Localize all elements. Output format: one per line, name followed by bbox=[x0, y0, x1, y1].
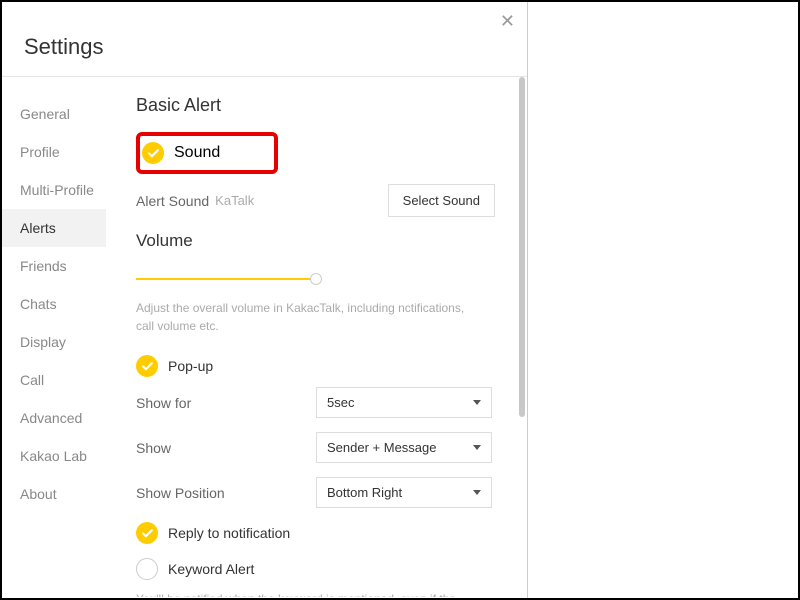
checkmark-icon[interactable] bbox=[142, 142, 164, 164]
close-icon[interactable]: ✕ bbox=[500, 12, 515, 30]
show-label: Show bbox=[136, 440, 316, 456]
sidebar-item-call[interactable]: Call bbox=[2, 361, 106, 399]
sidebar-nav: GeneralProfileMulti-ProfileAlertsFriends… bbox=[2, 77, 106, 597]
chevron-down-icon bbox=[473, 490, 481, 495]
sidebar-item-display[interactable]: Display bbox=[2, 323, 106, 361]
sidebar-item-advanced[interactable]: Advanced bbox=[2, 399, 106, 437]
sidebar-item-chats[interactable]: Chats bbox=[2, 285, 106, 323]
reply-label: Reply to notification bbox=[168, 525, 290, 541]
sidebar-item-profile[interactable]: Profile bbox=[2, 133, 106, 171]
show-for-dropdown[interactable]: 5sec bbox=[316, 387, 492, 418]
show-for-row: Show for 5sec bbox=[136, 387, 501, 418]
sound-toggle-highlight: Sound bbox=[136, 132, 278, 174]
slider-thumb[interactable] bbox=[310, 273, 322, 285]
content-wrap: Basic Alert Sound Alert Sound KaTalk Sel… bbox=[106, 77, 527, 597]
sidebar-item-about[interactable]: About bbox=[2, 475, 106, 513]
alert-sound-label: Alert Sound bbox=[136, 193, 209, 209]
popup-label: Pop-up bbox=[168, 358, 213, 374]
unchecked-circle-icon bbox=[136, 558, 158, 580]
settings-title: Settings bbox=[2, 2, 527, 76]
sidebar-item-multi-profile[interactable]: Multi-Profile bbox=[2, 171, 106, 209]
sidebar-item-alerts[interactable]: Alerts bbox=[2, 209, 106, 247]
checkmark-icon bbox=[136, 522, 158, 544]
show-dropdown[interactable]: Sender + Message bbox=[316, 432, 492, 463]
show-position-label: Show Position bbox=[136, 485, 316, 501]
sidebar-item-general[interactable]: General bbox=[2, 95, 106, 133]
app-frame: ✕ Settings GeneralProfileMulti-ProfileAl… bbox=[0, 0, 800, 600]
sidebar-item-kakao-lab[interactable]: Kakao Lab bbox=[2, 437, 106, 475]
alert-sound-value: KaTalk bbox=[215, 193, 254, 208]
checkmark-icon bbox=[136, 355, 158, 377]
keyword-help-text: You'll be notified when the keyword is m… bbox=[136, 590, 476, 597]
sidebar-item-friends[interactable]: Friends bbox=[2, 247, 106, 285]
select-sound-button[interactable]: Select Sound bbox=[388, 184, 495, 217]
chevron-down-icon bbox=[473, 400, 481, 405]
basic-alert-heading: Basic Alert bbox=[136, 95, 501, 116]
volume-heading: Volume bbox=[136, 231, 501, 251]
volume-help-text: Adjust the overall volume in KakacTalk, … bbox=[136, 299, 476, 335]
reply-toggle[interactable]: Reply to notification bbox=[136, 522, 501, 544]
show-for-value: 5sec bbox=[327, 395, 354, 410]
popup-toggle[interactable]: Pop-up bbox=[136, 355, 501, 377]
settings-panel: ✕ Settings GeneralProfileMulti-ProfileAl… bbox=[2, 2, 528, 598]
show-position-value: Bottom Right bbox=[327, 485, 402, 500]
slider-fill bbox=[136, 278, 316, 280]
volume-slider[interactable] bbox=[136, 271, 316, 287]
panel-body: GeneralProfileMulti-ProfileAlertsFriends… bbox=[2, 77, 527, 597]
alerts-content: Basic Alert Sound Alert Sound KaTalk Sel… bbox=[106, 77, 527, 597]
show-position-row: Show Position Bottom Right bbox=[136, 477, 501, 508]
alert-sound-row: Alert Sound KaTalk Select Sound bbox=[136, 184, 501, 217]
show-value: Sender + Message bbox=[327, 440, 436, 455]
sound-label: Sound bbox=[174, 144, 220, 162]
show-position-dropdown[interactable]: Bottom Right bbox=[316, 477, 492, 508]
chevron-down-icon bbox=[473, 445, 481, 450]
scrollbar-thumb[interactable] bbox=[519, 77, 525, 417]
keyword-toggle[interactable]: Keyword Alert bbox=[136, 558, 501, 580]
show-row: Show Sender + Message bbox=[136, 432, 501, 463]
keyword-label: Keyword Alert bbox=[168, 561, 254, 577]
show-for-label: Show for bbox=[136, 395, 316, 411]
